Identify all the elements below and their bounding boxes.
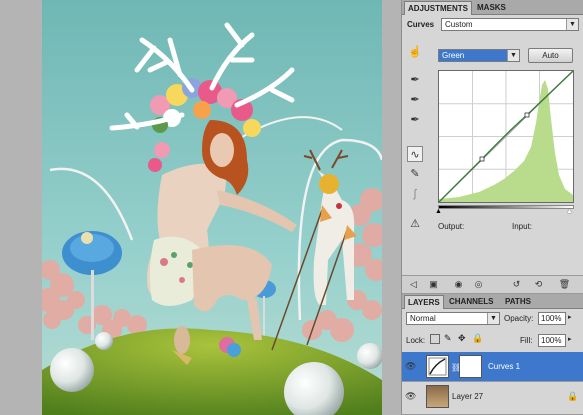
visibility-icon[interactable]: ◉ [452,278,465,291]
document-artwork[interactable] [42,0,382,415]
lock-label: Lock: [406,336,426,345]
black-point-slider[interactable]: ▲ [435,208,442,215]
preset-value: Custom [445,20,473,29]
white-point-slider[interactable]: ▲ [566,208,573,215]
curves-histogram-svg [438,70,574,203]
layer-mask-thumbnail[interactable] [459,355,482,378]
opacity-input[interactable]: 100% [538,312,566,325]
eye-icon[interactable]: ◎ [472,278,485,291]
tab-layers[interactable]: LAYERS [404,295,444,309]
curve-point[interactable] [479,156,485,162]
curve-point[interactable] [524,112,530,118]
clip-warning-icon[interactable]: ⚠ [407,216,423,232]
curves-thumb-svg [428,357,447,376]
hand-adjust-icon[interactable]: ☝ [407,44,423,60]
adjustments-tab-bar: ADJUSTMENTS MASKS [402,0,583,15]
layers-tab-bar: LAYERS CHANNELS PATHS [402,294,583,309]
pencil-icon[interactable]: ✎ [407,166,423,182]
tab-channels[interactable]: CHANNELS [446,295,496,308]
adjustment-layer-icon [426,355,449,378]
blend-mode-value: Normal [410,314,436,323]
fill-input[interactable]: 100% [538,334,566,347]
layer-row-layer-27[interactable]: 👁 Layer 27 🔒 [402,382,583,415]
eyedropper-black-icon[interactable]: ✒ [407,72,423,88]
lock-icon[interactable]: 🔒 [472,333,483,344]
blend-mode-select[interactable]: Normal ▼ [406,312,500,325]
layer-name[interactable]: Curves 1 [488,362,520,371]
lock-transparency-icon[interactable] [430,334,440,344]
channel-value: Green [442,51,465,60]
channel-select[interactable]: Green ▼ [438,49,520,62]
previous-state-icon[interactable]: ↺ [510,278,523,291]
adjustments-and-layers-panel: ADJUSTMENTS MASKS Curves Custom ▼ ☝ Gree… [401,0,583,415]
preset-select[interactable]: Custom ▼ [441,18,579,31]
tab-masks[interactable]: MASKS [474,1,509,14]
curve-edit-icon[interactable]: ∿ [407,146,423,162]
chevron-down-icon: ▼ [487,313,499,324]
auto-button[interactable]: Auto [528,48,573,63]
lock-icon: 🔒 [567,391,579,401]
chevron-down-icon: ▼ [507,50,519,61]
tab-paths[interactable]: PATHS [502,295,534,308]
fill-label: Fill: [520,336,533,345]
eyedropper-gray-icon[interactable]: ✒ [407,92,423,108]
input-gradient-bar [438,205,574,209]
eye-icon[interactable]: 👁 [405,391,416,402]
tab-adjustments[interactable]: ADJUSTMENTS [404,1,473,15]
smooth-icon[interactable]: ʃ [407,186,423,202]
opacity-label: Opacity: [504,314,534,323]
eyedropper-white-icon[interactable]: ✒ [407,112,423,128]
fill-arrow-icon[interactable]: ▸ [568,335,572,343]
layer-thumbnail [426,385,449,408]
curves-title: Curves [407,20,435,29]
layer-name[interactable]: Layer 27 [452,392,483,401]
adjustments-bottom-toolbar: ◁ ▣ ◉ ◎ ↺ ⟲ 🗑 [402,275,583,294]
trash-icon[interactable]: 🗑 [558,278,571,291]
layer-row-curves-1[interactable]: 👁 ⛓ Curves 1 [402,352,583,382]
artwork-illustration [42,0,382,415]
curves-graph[interactable] [438,70,574,203]
lock-pixels-icon[interactable]: ✎ [444,333,452,344]
output-label: Output: [438,222,465,231]
reset-icon[interactable]: ⟲ [532,278,545,291]
input-label: Input: [512,222,533,231]
chevron-down-icon: ▼ [566,19,578,30]
back-icon[interactable]: ◁ [407,278,420,291]
lock-position-icon[interactable]: ✥ [458,333,466,344]
eye-icon[interactable]: 👁 [405,361,416,372]
opacity-arrow-icon[interactable]: ▸ [568,313,572,321]
view-icon[interactable]: ▣ [427,278,440,291]
